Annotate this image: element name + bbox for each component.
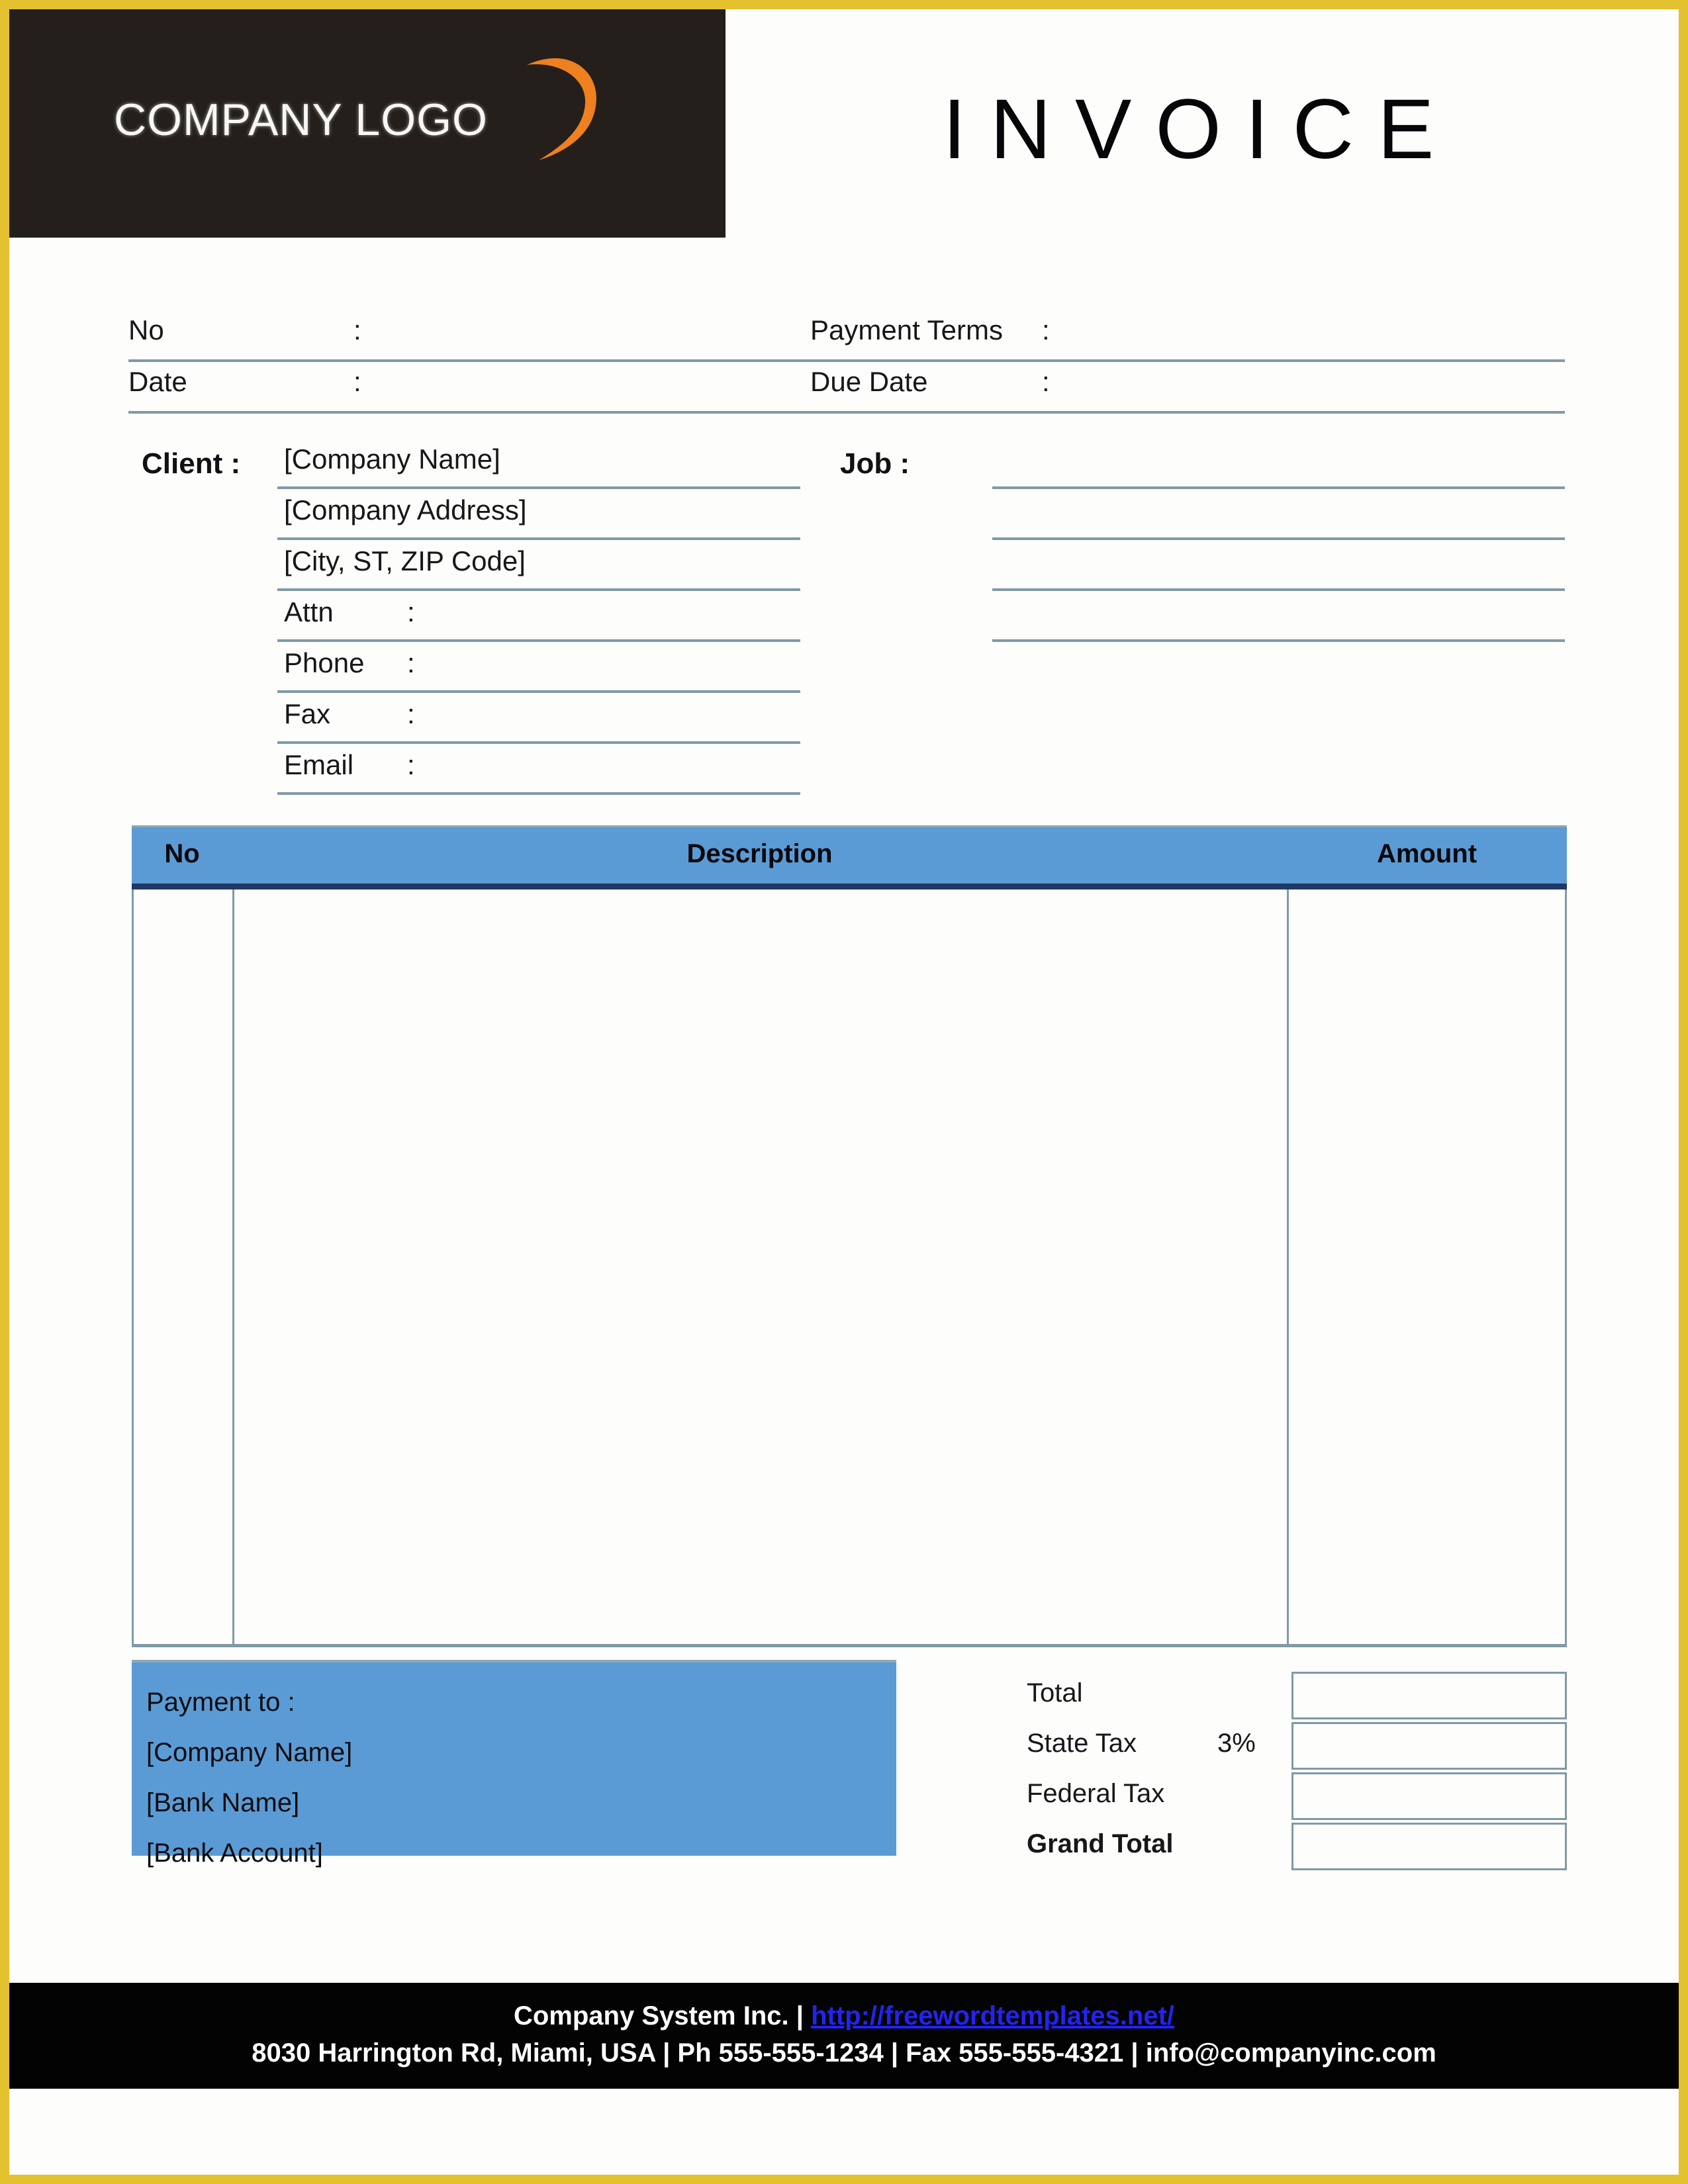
- client-attn-row[interactable]: Attn :: [277, 591, 800, 642]
- table-body[interactable]: [132, 889, 1567, 1647]
- meta-field-payment-terms[interactable]: Payment Terms:: [810, 314, 1538, 346]
- totals-row-total: Total: [1027, 1670, 1567, 1721]
- meta-colon-due-date: :: [1042, 366, 1050, 397]
- meta-row: Date: Due Date:: [128, 362, 1565, 414]
- totals-value-federal-tax[interactable]: [1291, 1772, 1567, 1820]
- payment-company-name: [Company Name]: [146, 1738, 353, 1767]
- meta-label-due-date: Due Date: [810, 366, 928, 397]
- totals-label-federal-tax: Federal Tax: [1027, 1779, 1165, 1808]
- footer-address-line: 8030 Harrington Rd, Miami, USA | Ph 555-…: [252, 2038, 1436, 2068]
- page-header: COMPANY LOGO INVOICE: [9, 9, 1679, 238]
- table-header-row: No Description Amount: [132, 825, 1567, 889]
- meta-field-due-date[interactable]: Due Date:: [810, 366, 1538, 398]
- totals-value-total[interactable]: [1291, 1672, 1567, 1719]
- client-email-colon: :: [407, 749, 415, 780]
- client-fax-colon: :: [407, 698, 415, 729]
- column-header-description: Description: [686, 839, 833, 868]
- job-line-row[interactable]: [992, 438, 1565, 489]
- client-city-state-zip-row[interactable]: [City, ST, ZIP Code]: [277, 540, 800, 591]
- client-section-label: Client :: [142, 447, 241, 480]
- meta-label-no: No: [128, 314, 164, 345]
- column-header-amount: Amount: [1376, 839, 1477, 868]
- totals-pct-state-tax: 3%: [1217, 1729, 1256, 1758]
- totals-row-state-tax: State Tax 3%: [1027, 1721, 1567, 1771]
- invoice-page: COMPANY LOGO INVOICE No: Payment Terms: …: [0, 0, 1688, 2184]
- client-attn-label: Attn: [284, 596, 334, 627]
- meta-colon-date: :: [353, 366, 361, 397]
- meta-field-no[interactable]: No:: [128, 314, 790, 346]
- payment-bank-name: [Bank Name]: [146, 1788, 300, 1817]
- client-company-name-value: [Company Name]: [284, 443, 500, 475]
- job-line-row[interactable]: [992, 489, 1565, 540]
- meta-row: No: Payment Terms:: [128, 310, 1565, 362]
- client-company-address-row[interactable]: [Company Address]: [277, 489, 800, 540]
- meta-label-date: Date: [128, 366, 187, 397]
- totals-row-grand-total: Grand Total: [1027, 1821, 1567, 1872]
- line-items-table: No Description Amount: [132, 825, 1567, 1647]
- client-fax-row[interactable]: Fax :: [277, 693, 800, 744]
- totals-value-grand-total[interactable]: [1291, 1823, 1567, 1870]
- meta-colon-no: :: [353, 314, 361, 345]
- job-fields: [992, 438, 1565, 642]
- job-line-row[interactable]: [992, 591, 1565, 642]
- client-phone-row[interactable]: Phone :: [277, 642, 800, 693]
- meta-label-payment-terms: Payment Terms: [810, 314, 1003, 345]
- client-company-address-value: [Company Address]: [284, 494, 527, 525]
- invoice-meta-fields: No: Payment Terms: Date: Due Date:: [128, 310, 1565, 414]
- footer-company-line: Company System Inc. | http://freewordtem…: [9, 1997, 1679, 2034]
- meta-field-date[interactable]: Date:: [128, 366, 790, 398]
- column-header-no: No: [164, 839, 200, 868]
- client-email-row[interactable]: Email :: [277, 744, 800, 795]
- client-company-name-row[interactable]: [Company Name]: [277, 438, 800, 489]
- totals-value-state-tax[interactable]: [1291, 1722, 1567, 1770]
- column-divider-no-description: [232, 889, 234, 1644]
- client-fields: [Company Name] [Company Address] [City, …: [277, 438, 800, 795]
- client-attn-colon: :: [407, 596, 415, 627]
- totals-row-federal-tax: Federal Tax: [1027, 1771, 1567, 1821]
- totals-label-state-tax: State Tax: [1027, 1729, 1137, 1758]
- totals-section: Total State Tax 3% Federal Tax Grand Tot…: [1027, 1670, 1567, 1872]
- footer-company-name: Company System Inc. |: [513, 2001, 804, 2030]
- client-phone-colon: :: [407, 647, 415, 678]
- company-logo-text: COMPANY LOGO: [114, 95, 488, 145]
- client-city-state-zip-value: [City, ST, ZIP Code]: [284, 545, 526, 576]
- totals-label-total: Total: [1027, 1678, 1083, 1707]
- payment-bank-account: [Bank Account]: [146, 1839, 323, 1868]
- client-email-label: Email: [284, 749, 354, 780]
- client-phone-label: Phone: [284, 647, 365, 678]
- meta-colon-payment-terms: :: [1042, 314, 1050, 345]
- page-title: INVOICE: [943, 82, 1458, 177]
- payment-to-label: Payment to :: [146, 1688, 295, 1717]
- client-fax-label: Fax: [284, 698, 331, 729]
- logo-swoosh-icon: [527, 58, 596, 161]
- footer-website-link[interactable]: http://freewordtemplates.net/: [811, 2001, 1174, 2030]
- column-divider-description-amount: [1287, 889, 1289, 1644]
- job-line-row[interactable]: [992, 540, 1565, 591]
- job-section-label: Job :: [840, 447, 910, 480]
- totals-label-grand-total: Grand Total: [1027, 1829, 1174, 1858]
- page-footer: Company System Inc. | http://freewordtem…: [9, 1983, 1679, 2089]
- payment-to-box: Payment to : [Company Name] [Bank Name] …: [132, 1660, 896, 1868]
